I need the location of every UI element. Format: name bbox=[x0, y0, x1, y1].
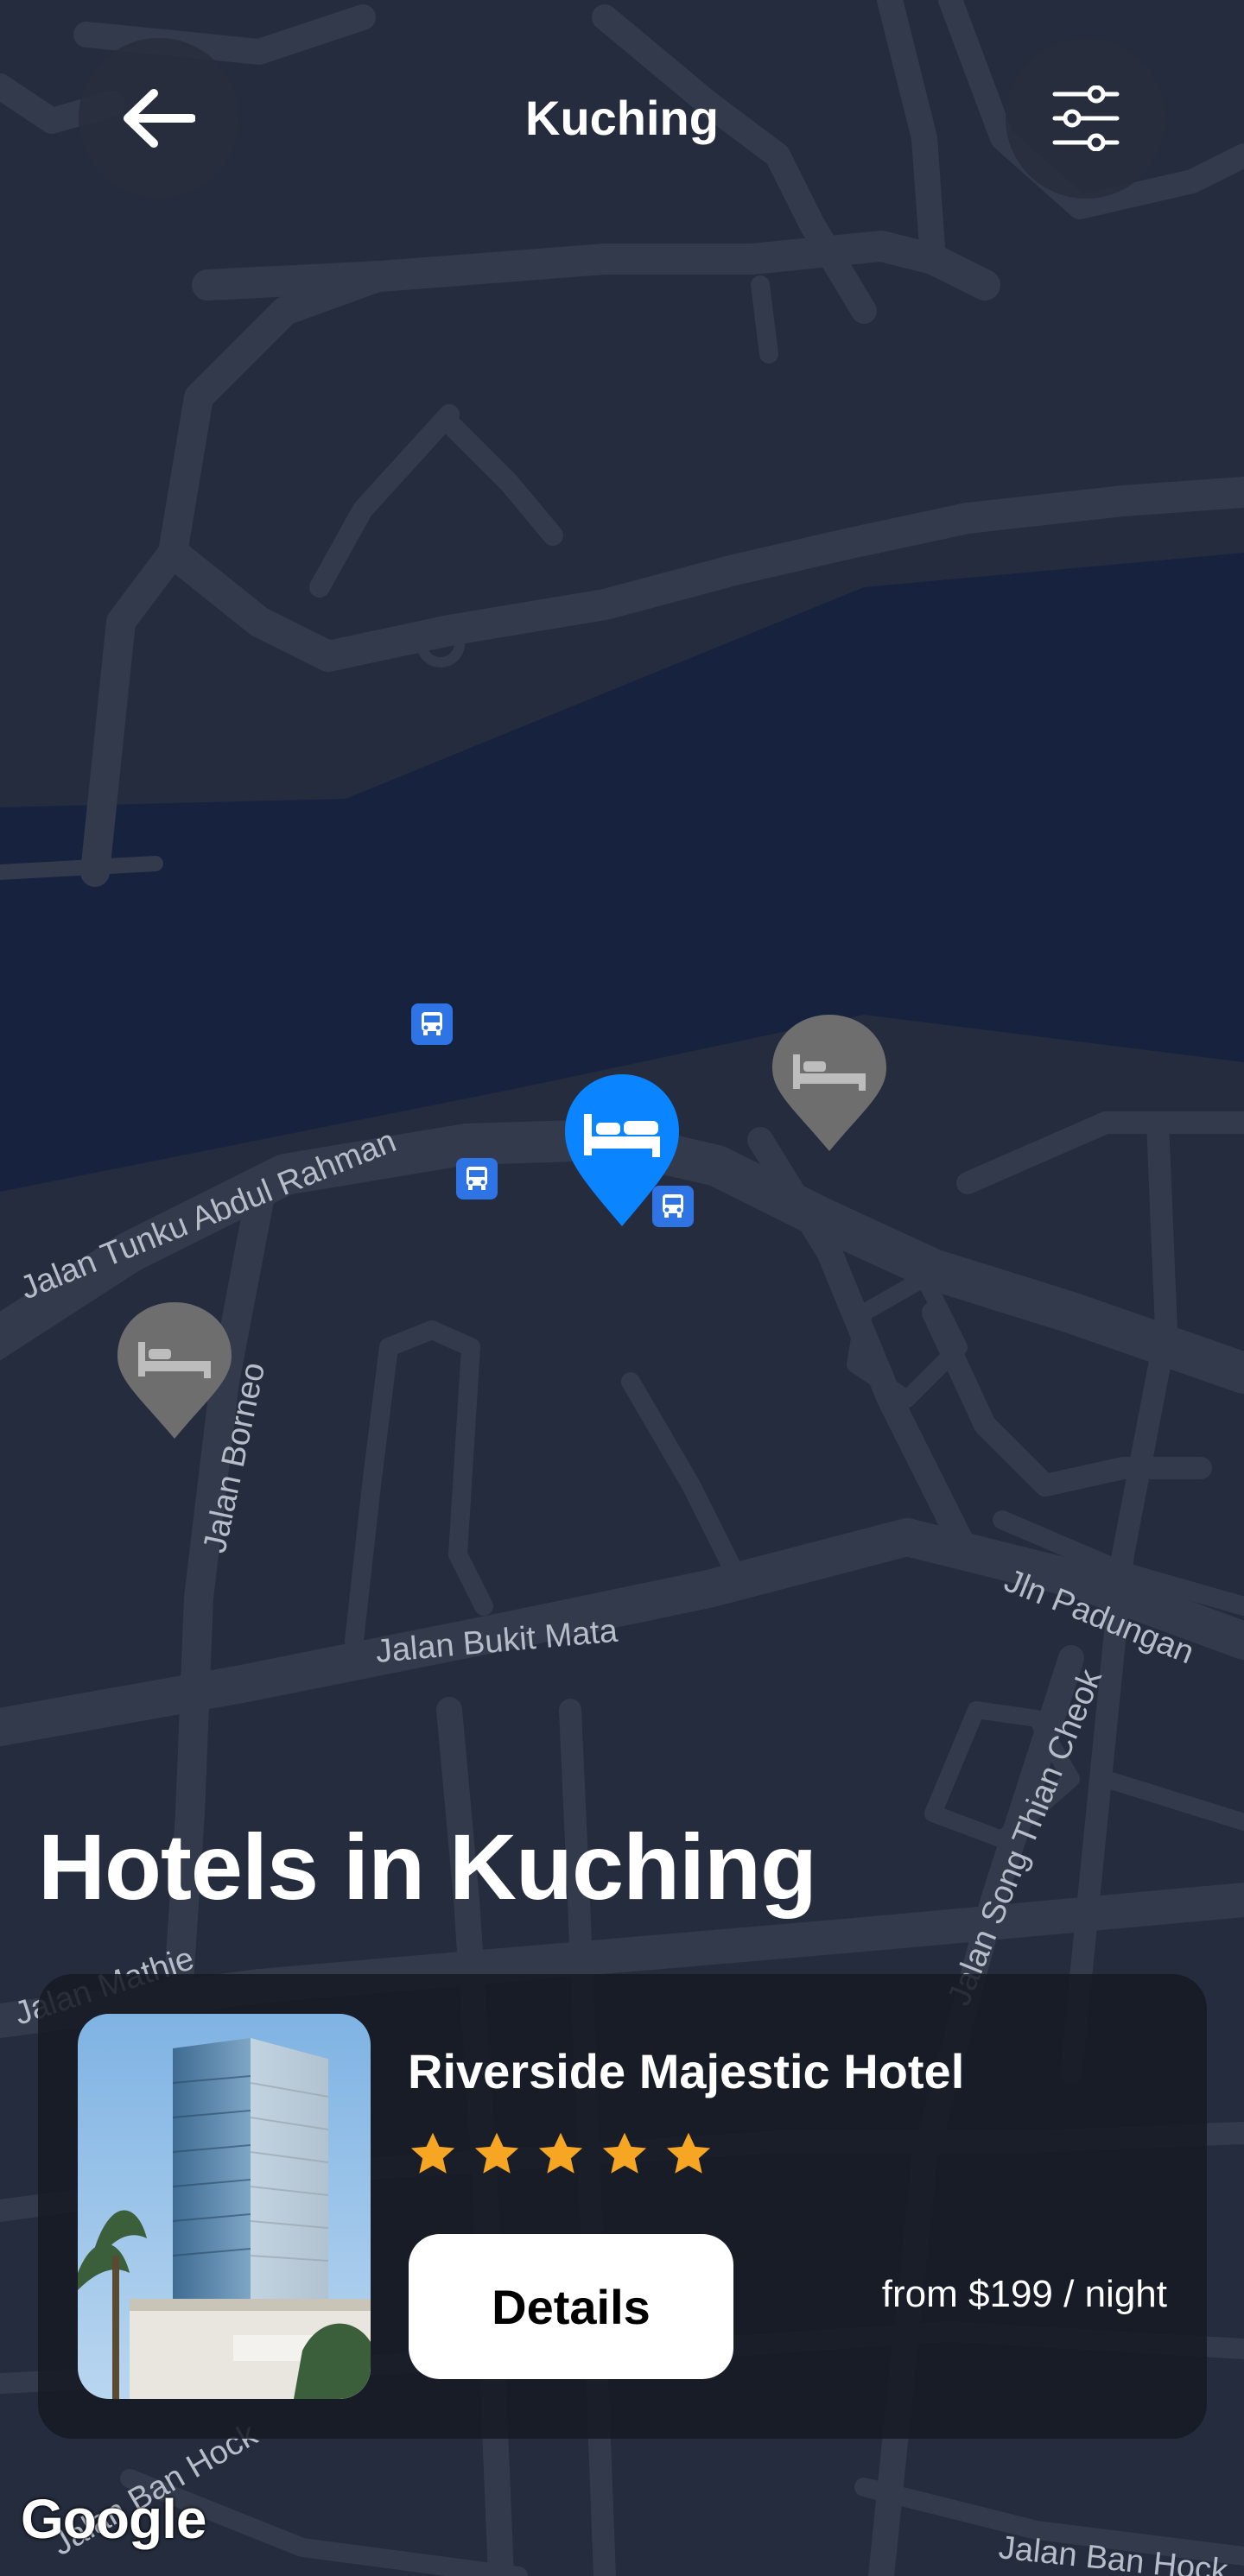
star-rating bbox=[408, 2130, 714, 2180]
bus-stop-icon[interactable] bbox=[411, 1003, 453, 1045]
star-icon bbox=[474, 2132, 519, 2174]
app-root: Jalan Tunku Abdul Rahman Jalan Borneo Ja… bbox=[0, 0, 1244, 2576]
sliders-icon bbox=[1052, 85, 1120, 151]
star-icon bbox=[410, 2132, 455, 2174]
bus-stop-icon[interactable] bbox=[652, 1186, 694, 1227]
section-title: Hotels in Kuching bbox=[38, 1814, 817, 1919]
page-title: Kuching bbox=[525, 91, 719, 145]
hotel-name: Riverside Majestic Hotel bbox=[408, 2044, 965, 2098]
filter-button[interactable] bbox=[1006, 38, 1166, 199]
back-button[interactable] bbox=[79, 38, 239, 199]
price-label: from $199 / night bbox=[881, 2273, 1167, 2315]
star-icon bbox=[602, 2132, 647, 2174]
arrow-left-icon bbox=[124, 89, 195, 148]
bus-stop-icon[interactable] bbox=[456, 1158, 498, 1199]
star-icon bbox=[538, 2132, 583, 2174]
star-icon bbox=[666, 2132, 711, 2174]
details-button[interactable]: Details bbox=[409, 2234, 733, 2379]
hotel-card[interactable]: Riverside Majestic Hotel Details from $1… bbox=[38, 1974, 1207, 2439]
hotel-image bbox=[78, 2014, 371, 2399]
google-attribution-logo[interactable]: Google bbox=[21, 2487, 206, 2551]
